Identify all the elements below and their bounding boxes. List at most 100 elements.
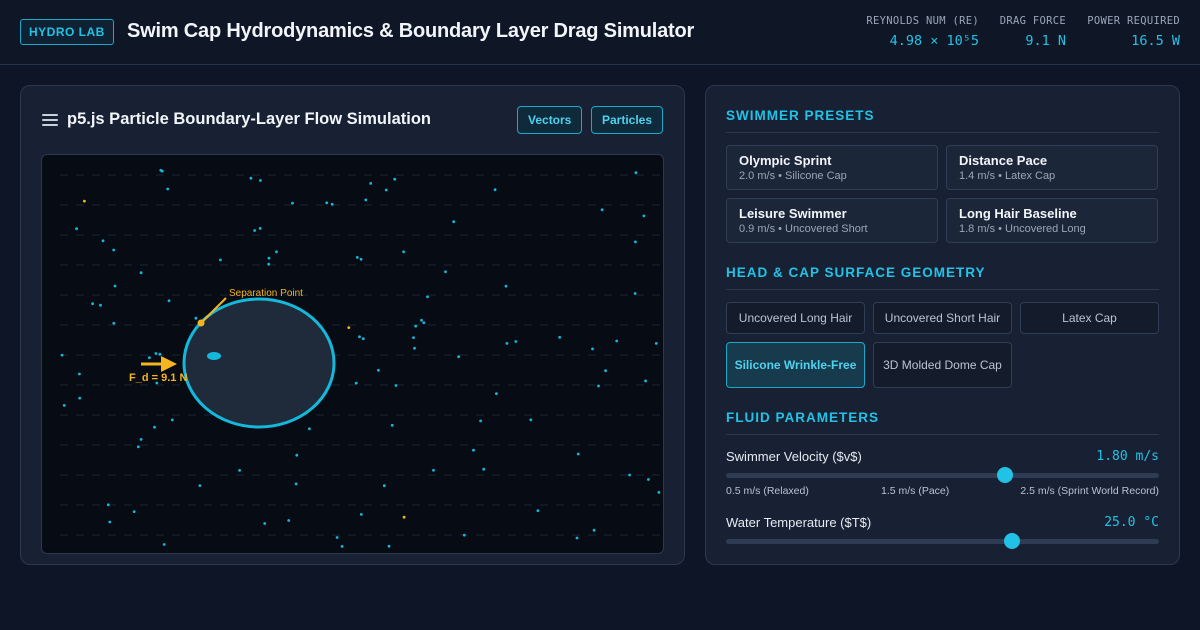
temperature-slider-thumb[interactable] [1003, 533, 1020, 549]
flow-particle [355, 256, 359, 259]
flow-particle [358, 335, 361, 339]
preset-name: Leisure Swimmer [739, 206, 847, 221]
preset-leisure-swimmer[interactable]: Leisure Swimmer 0.9 m/s • Uncovered Shor… [726, 198, 938, 243]
temperature-label: Water Temperature ($T$) [726, 515, 872, 530]
flow-particle [558, 335, 562, 339]
flow-particle [504, 284, 508, 288]
flow-particle [139, 438, 143, 441]
flow-particle [633, 292, 637, 295]
temperature-slider[interactable] [726, 533, 1159, 549]
drag-arrow-head [161, 356, 177, 372]
flow-particle [432, 468, 435, 472]
flow-particle [112, 321, 116, 325]
flow-particle [414, 324, 418, 328]
flow-particle [167, 299, 171, 303]
stat-label: POWER REQUIRED [1087, 15, 1180, 27]
flow-particle [295, 453, 299, 457]
flow-particle [259, 179, 262, 182]
particles-button[interactable]: Particles [591, 106, 664, 134]
flow-particle [387, 544, 391, 548]
flow-particle [657, 491, 661, 494]
presets-title: SWIMMER PRESETS [726, 108, 875, 123]
simulation-panel: p5.js Particle Boundary-Layer Flow Simul… [20, 85, 685, 565]
flow-particle [263, 522, 267, 525]
vectors-button[interactable]: Vectors [517, 106, 583, 134]
flow-particle [444, 270, 447, 274]
flow-particle [359, 257, 363, 261]
flow-particle [75, 227, 78, 231]
flow-particle [529, 418, 533, 422]
flow-particle [597, 384, 600, 388]
simulation-title: p5.js Particle Boundary-Layer Flow Simul… [67, 110, 431, 128]
flow-particle [136, 445, 140, 449]
geometry-3d-molded-dome-cap[interactable]: 3D Molded Dome Cap [873, 342, 1012, 388]
page-title: Swim Cap Hydrodynamics & Boundary Layer … [127, 20, 695, 42]
temperature-value: 25.0 °C [1104, 515, 1159, 530]
flow-particle [60, 353, 64, 357]
flow-particle [170, 418, 174, 422]
flow-particle [153, 425, 156, 429]
preset-desc: 0.9 m/s • Uncovered Short [739, 223, 868, 235]
flow-particle [457, 355, 460, 359]
stat-power: POWER REQUIRED 16.5 W [1087, 15, 1180, 49]
separation-point-marker [197, 319, 205, 327]
geometry-uncovered-short-hair[interactable]: Uncovered Short Hair [873, 302, 1012, 334]
velocity-value: 1.80 m/s [1096, 449, 1159, 464]
flow-particle [384, 188, 388, 192]
flow-particle [294, 482, 298, 486]
flow-particle [412, 336, 415, 339]
preset-desc: 1.8 m/s • Uncovered Long [959, 223, 1086, 235]
flow-particle [347, 326, 351, 329]
preset-olympic-sprint[interactable]: Olympic Sprint 2.0 m/s • Silicone Cap [726, 145, 938, 190]
app-badge: HYDRO LAB [20, 19, 114, 45]
preset-distance-pace[interactable]: Distance Pace 1.4 m/s • Latex Cap [946, 145, 1158, 190]
fluid-title: FLUID PARAMETERS [726, 410, 879, 425]
flow-particle [78, 372, 81, 376]
separation-point-label: Separation Point [229, 288, 303, 299]
flow-particle [495, 392, 498, 395]
velocity-tick-max: 2.5 m/s (Sprint World Record) [1020, 485, 1159, 497]
flow-particle [394, 384, 398, 387]
flow-particle [287, 519, 291, 522]
stat-label: DRAG FORCE [999, 15, 1066, 27]
flow-particle [275, 250, 278, 254]
flow-particle [390, 423, 394, 427]
flow-particle [160, 169, 164, 173]
flow-particle [628, 473, 631, 477]
flow-particle [359, 513, 363, 516]
geometry-uncovered-long-hair[interactable]: Uncovered Long Hair [726, 302, 865, 334]
geometry-latex-cap[interactable]: Latex Cap [1020, 302, 1159, 334]
preset-long-hair-baseline[interactable]: Long Hair Baseline 1.8 m/s • Uncovered L… [946, 198, 1158, 243]
flow-particle [402, 250, 405, 254]
flow-particle [106, 503, 110, 507]
velocity-slider-thumb[interactable] [997, 467, 1014, 483]
flow-particle [604, 369, 607, 373]
flow-particle [267, 262, 271, 266]
flow-particle [576, 452, 580, 456]
menu-icon[interactable] [41, 113, 59, 127]
preset-name: Long Hair Baseline [959, 206, 1077, 221]
flow-particle [364, 198, 368, 202]
velocity-slider[interactable] [726, 467, 1159, 483]
flow-particle [592, 528, 596, 532]
flow-particle [393, 177, 397, 181]
flow-particle [591, 347, 594, 351]
flow-particle [422, 321, 426, 325]
flow-particle [132, 510, 136, 513]
flow-particle [634, 171, 638, 175]
velocity-tick-min: 0.5 m/s (Relaxed) [726, 485, 809, 497]
flow-particle [354, 381, 358, 385]
flow-particle [91, 302, 94, 306]
velocity-label: Swimmer Velocity ($v$) [726, 449, 862, 464]
flow-particle [420, 318, 423, 322]
flow-particle [112, 248, 116, 252]
flow-particle [514, 340, 518, 343]
swimmer-eye-marker [207, 352, 221, 360]
flow-particle [249, 176, 253, 180]
simulation-canvas[interactable]: Separation Point F_d = 9.1 N [41, 154, 664, 554]
geometry-silicone-wrinkle-free[interactable]: Silicone Wrinkle-Free [726, 342, 865, 388]
flow-particle [647, 478, 650, 481]
flow-particle [198, 484, 202, 487]
flow-particle [62, 404, 66, 407]
flow-particle [267, 256, 271, 260]
